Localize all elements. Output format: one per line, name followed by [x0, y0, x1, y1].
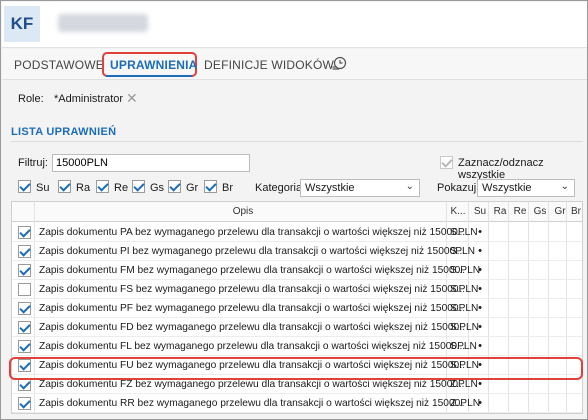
column-re[interactable]: Re	[510, 206, 530, 217]
table-row[interactable]: Zapis dokumentu FL bez wymaganego przele…	[12, 337, 582, 356]
row-category: S...	[450, 341, 466, 352]
row-su-value: •	[478, 283, 482, 295]
table-row[interactable]: Zapis dokumentu PA bez wymaganego przele…	[12, 223, 582, 242]
toggle-all-checkbox[interactable]	[440, 156, 453, 169]
right-re-checkbox[interactable]: Re	[96, 180, 128, 194]
tab-bar: PODSTAWOWE UPRAWNIENIA DEFINICJE WIDOKÓW	[2, 49, 587, 80]
table-header: Opis K... Su Ra Re Gs Gr Br	[12, 202, 582, 222]
row-checkbox[interactable]	[18, 340, 31, 353]
app-window: KF PODSTAWOWE UPRAWNIENIA DEFINICJE WIDO…	[0, 0, 588, 420]
row-description: Zapis dokumentu FS bez wymaganego przele…	[39, 284, 479, 295]
toggle-all-label: Zaznacz/odznacz wszystkie	[458, 157, 544, 181]
chevron-down-icon: ⌄	[560, 181, 569, 192]
row-description: Zapis dokumentu PF bez wymaganego przele…	[39, 303, 479, 314]
column-gs[interactable]: Gs	[530, 206, 550, 217]
pokazuj-dropdown[interactable]: Wszystkie ⌄	[477, 179, 575, 197]
title-bar: KF	[2, 2, 587, 48]
row-description: Zapis dokumentu PI bez wymaganego przele…	[39, 246, 476, 257]
column-ra[interactable]: Ra	[490, 206, 510, 217]
column-opis[interactable]: Opis	[228, 206, 258, 217]
row-category: Z...	[450, 398, 465, 409]
right-br-checkbox[interactable]: Br	[204, 180, 233, 194]
column-su[interactable]: Su	[470, 206, 490, 217]
row-category: S...	[450, 265, 466, 276]
right-su-checkbox[interactable]: Su	[18, 180, 49, 194]
filter-label: Filtruj:	[18, 157, 48, 169]
tab-podstawowe[interactable]: PODSTAWOWE	[14, 58, 104, 72]
kategoria-dropdown[interactable]: Wszystkie ⌄	[300, 179, 420, 197]
row-checkbox[interactable]	[18, 226, 31, 239]
table-row[interactable]: Zapis dokumentu PI bez wymaganego przele…	[12, 242, 582, 261]
row-su-value: •	[478, 302, 482, 314]
table-row[interactable]: Zapis dokumentu RR bez wymaganego przele…	[12, 394, 582, 413]
table-row[interactable]: Zapis dokumentu PF bez wymaganego przele…	[12, 299, 582, 318]
row-description: Zapis dokumentu RR bez wymaganego przele…	[39, 398, 481, 409]
filter-input[interactable]	[52, 154, 250, 172]
row-description: Zapis dokumentu PA bez wymaganego przele…	[39, 227, 478, 238]
right-gr-checkbox[interactable]: Gr	[168, 180, 198, 194]
row-checkbox[interactable]	[18, 283, 31, 296]
kategoria-label: Kategoria:	[255, 182, 306, 194]
row-checkbox[interactable]	[18, 321, 31, 334]
row-category: S...	[450, 284, 466, 295]
tab-uprawnienia[interactable]: UPRAWNIENIA	[110, 58, 198, 72]
row-su-value: •	[478, 226, 482, 238]
table-row[interactable]: Zapis dokumentu FS bez wymaganego przele…	[12, 280, 582, 299]
row-su-value: •	[478, 321, 482, 333]
row-category: S...	[450, 322, 466, 333]
history-icon[interactable]	[331, 55, 347, 71]
row-checkbox[interactable]	[18, 264, 31, 277]
row-category: S...	[450, 303, 466, 314]
row-checkbox[interactable]	[18, 397, 31, 410]
row-category: S...	[450, 227, 466, 238]
table-row[interactable]: Zapis dokumentu FM bez wymaganego przele…	[12, 261, 582, 280]
permissions-table: Opis K... Su Ra Re Gs Gr Br Zapis dokume…	[11, 201, 583, 414]
row-category: S...	[450, 246, 466, 257]
row-su-value: •	[478, 397, 482, 409]
active-tab-underline	[106, 75, 192, 77]
content-area: Role: *Administrator ✕ LISTA UPRAWNIEŃ F…	[2, 81, 587, 419]
blurred-title	[58, 14, 148, 32]
row-category: Z...	[450, 379, 465, 390]
row-su-value: •	[478, 245, 482, 257]
row-checkbox[interactable]	[18, 245, 31, 258]
pokazuj-value: Wszystkie	[482, 182, 532, 194]
role-value: *Administrator	[54, 93, 124, 105]
row-checkbox[interactable]	[18, 302, 31, 315]
right-gs-checkbox[interactable]: Gs	[132, 180, 164, 194]
row-highlight-box	[9, 357, 583, 380]
column-br[interactable]: Br	[566, 206, 582, 217]
row-description: Zapis dokumentu FD bez wymaganego przele…	[39, 322, 479, 333]
avatar: KF	[4, 6, 40, 42]
row-su-value: •	[478, 264, 482, 276]
section-divider	[11, 141, 583, 142]
remove-role-icon[interactable]: ✕	[126, 90, 138, 107]
row-description: Zapis dokumentu FL bez wymaganego przele…	[39, 341, 477, 352]
table-row[interactable]: Zapis dokumentu FD bez wymaganego przele…	[12, 318, 582, 337]
chevron-down-icon: ⌄	[405, 181, 414, 192]
row-description: Zapis dokumentu FM bez wymaganego przele…	[39, 265, 481, 276]
role-label: Role:	[18, 93, 44, 105]
section-title: LISTA UPRAWNIEŃ	[11, 126, 117, 138]
column-kategoria[interactable]: K...	[448, 206, 468, 217]
kategoria-value: Wszystkie	[305, 182, 355, 194]
row-description: Zapis dokumentu FZ bez wymaganego przele…	[39, 379, 478, 390]
tab-definicje-widokow[interactable]: DEFINICJE WIDOKÓW	[204, 58, 334, 72]
row-su-value: •	[478, 340, 482, 352]
right-ra-checkbox[interactable]: Ra	[58, 180, 90, 194]
pokazuj-label: Pokazuj:	[437, 182, 480, 194]
